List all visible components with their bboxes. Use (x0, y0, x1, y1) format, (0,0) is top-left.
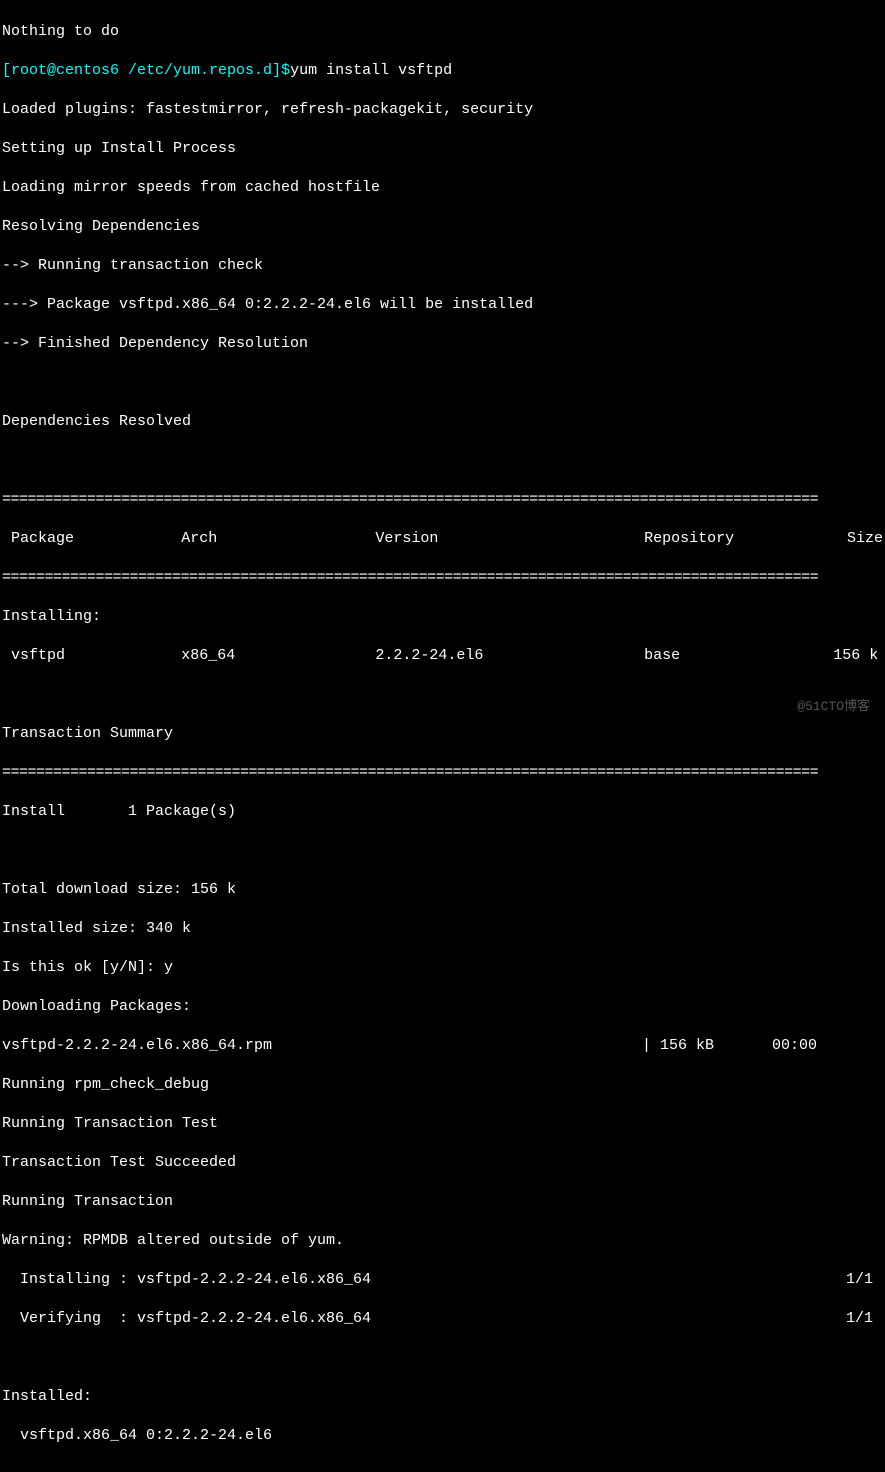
command: yum install vsftpd (290, 62, 452, 79)
table-header: Package Arch Version Repository Size (2, 529, 883, 549)
installing-text: Installing : vsftpd-2.2.2-24.el6.x86_64 (2, 1270, 371, 1290)
line-resolving: Resolving Dependencies (2, 217, 883, 237)
line-downloading: Downloading Packages: (2, 997, 883, 1017)
line-running-check: --> Running transaction check (2, 256, 883, 276)
separator-3: ========================================… (2, 763, 883, 783)
cell-package: vsftpd (2, 646, 181, 666)
line-nothing: Nothing to do (2, 22, 883, 42)
cell-repository: base (644, 646, 833, 666)
line-is-ok: Is this ok [y/N]: y (2, 958, 883, 978)
separator-2: ========================================… (2, 568, 883, 588)
download-file: vsftpd-2.2.2-24.el6.x86_64.rpm (2, 1036, 642, 1056)
header-arch: Arch (181, 529, 375, 549)
line-package-install: ---> Package vsftpd.x86_64 0:2.2.2-24.el… (2, 295, 883, 315)
line-running-transaction: Running Transaction (2, 1192, 883, 1212)
verifying-progress: 1/1 (846, 1309, 883, 1329)
line-setup: Setting up Install Process (2, 139, 883, 159)
verifying-text: Verifying : vsftpd-2.2.2-24.el6.x86_64 (2, 1309, 371, 1329)
prompt-path: /etc/yum.repos.d (128, 62, 272, 79)
line-warning: Warning: RPMDB altered outside of yum. (2, 1231, 883, 1251)
installing-row: Installing : vsftpd-2.2.2-24.el6.x86_64 … (2, 1270, 883, 1290)
line-running-test: Running Transaction Test (2, 1114, 883, 1134)
installing-progress: 1/1 (846, 1270, 883, 1290)
prompt-suffix: ]$ (272, 62, 290, 79)
header-size: Size (828, 529, 883, 549)
cell-version: 2.2.2-24.el6 (375, 646, 644, 666)
line-loading: Loading mirror speeds from cached hostfi… (2, 178, 883, 198)
line-transaction-summary: Transaction Summary (2, 724, 883, 744)
line-total-download: Total download size: 156 k (2, 880, 883, 900)
verifying-row: Verifying : vsftpd-2.2.2-24.el6.x86_64 1… (2, 1309, 883, 1329)
cell-size: 156 k (833, 646, 883, 666)
header-package: Package (2, 529, 181, 549)
line-installing-header: Installing: (2, 607, 883, 627)
line-install-count: Install 1 Package(s) (2, 802, 883, 822)
line-installed-size: Installed size: 340 k (2, 919, 883, 939)
table-row: vsftpd x86_64 2.2.2-24.el6 base 156 k (2, 646, 883, 666)
line-installed-pkg: vsftpd.x86_64 0:2.2.2-24.el6 (2, 1426, 883, 1446)
terminal-output[interactable]: Nothing to do [root@centos6 /etc/yum.rep… (2, 2, 883, 1472)
download-row: vsftpd-2.2.2-24.el6.x86_64.rpm | 156 kB … (2, 1036, 883, 1056)
download-time: 00:00 (772, 1036, 852, 1056)
watermark: @51CTO博客 (797, 699, 870, 716)
prompt-user: [root@centos6 (2, 62, 128, 79)
line-test-succeeded: Transaction Test Succeeded (2, 1153, 883, 1173)
cell-arch: x86_64 (181, 646, 375, 666)
line-rpm-check: Running rpm_check_debug (2, 1075, 883, 1095)
separator-1: ========================================… (2, 490, 883, 510)
download-size: | 156 kB (642, 1036, 772, 1056)
line-installed-header: Installed: (2, 1387, 883, 1407)
line-finished: --> Finished Dependency Resolution (2, 334, 883, 354)
header-repository: Repository (644, 529, 828, 549)
line-deps-resolved: Dependencies Resolved (2, 412, 883, 432)
line-loaded: Loaded plugins: fastestmirror, refresh-p… (2, 100, 883, 120)
prompt-line-1: [root@centos6 /etc/yum.repos.d]$yum inst… (2, 61, 883, 81)
header-version: Version (375, 529, 644, 549)
